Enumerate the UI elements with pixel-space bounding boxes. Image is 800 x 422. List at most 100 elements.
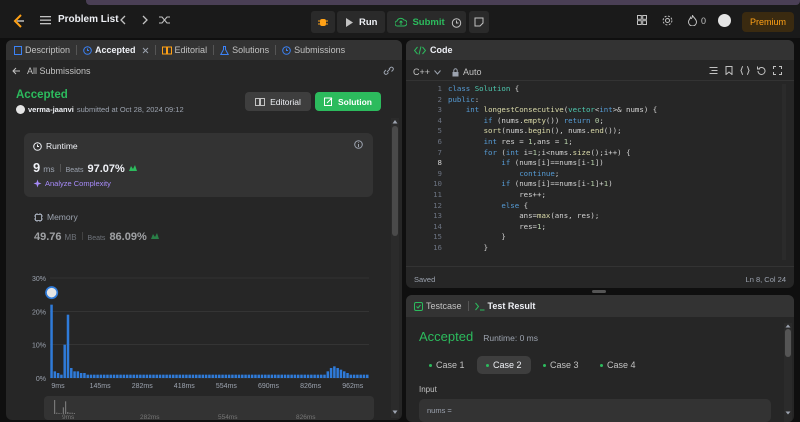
code-line[interactable]: 10 if (nums[i]==nums[i-1]+1) [406,179,786,189]
editor-scrollbar[interactable] [782,84,786,260]
code-line[interactable]: 13 ans=max(ans, res); [406,211,786,221]
editor-divider [406,80,794,81]
submit-button[interactable]: Submit [387,11,453,33]
code-line[interactable]: 12 else { [406,201,786,211]
run-button[interactable]: Run [337,11,386,33]
memory-header[interactable]: Memory [34,212,78,222]
chart-bar [356,374,359,378]
input-box[interactable]: nums = [419,399,771,422]
note-button[interactable] [469,11,489,33]
format-icon[interactable] [709,66,718,75]
reset-icon[interactable] [757,66,766,75]
pass-dot [543,363,546,367]
stat-divider [59,164,61,172]
chart-bar [175,374,178,378]
code-line[interactable]: 7 for (int i=1;i<nums.size();i++) { [406,148,786,158]
problem-list-link[interactable]: Problem List [40,14,119,25]
info-icon[interactable] [354,140,363,149]
x-tick-label: 145ms [90,383,112,390]
settings-button[interactable] [661,14,673,26]
stat-divider [81,232,83,240]
code-line[interactable]: 4 if (nums.empty()) return 0; [406,116,786,126]
language-select[interactable]: C++ [413,67,441,77]
editorial-button[interactable]: Editorial [245,92,311,111]
line-number: 9 [437,168,442,178]
user-avatar[interactable] [16,105,25,114]
tab-editorial[interactable]: Editorial [161,45,207,55]
tab-test-result[interactable]: Test Result [474,301,536,311]
memory-stats[interactable]: 49.76 MB Beats 86.09% [34,231,160,243]
test-scrollbar-thumb[interactable] [785,329,791,357]
editorial-button-label: Editorial [270,96,301,107]
close-icon[interactable] [142,47,149,54]
pass-dot [429,363,432,367]
tab-testcase[interactable]: Testcase [414,301,462,311]
code-line[interactable]: 16 } [406,243,786,253]
prev-problem-button[interactable] [118,14,128,26]
tab-divider [76,45,78,55]
username-link[interactable]: verma-jaanvi [28,105,74,114]
x-tick-label: 690ms [258,383,280,390]
debug-button[interactable] [311,11,335,33]
line-number: 4 [437,115,442,125]
runtime-card[interactable]: Runtime 9 ms Beats 97.07% Analyze Comple… [24,133,373,197]
code-line[interactable]: 15 } [406,232,786,242]
runtime-beats-label: Beats [65,167,84,174]
code-line[interactable]: 3 int longestConsecutive(vector<int>& nu… [406,105,786,115]
maximize-icon[interactable] [773,66,782,75]
chart-bar [66,314,70,378]
runtime-distribution-chart[interactable]: 30% 20% 10% 0% 9ms 145ms 282ms 418ms 554ms 690ms 8… [24,268,374,398]
all-submissions-link[interactable]: All Submissions [12,66,91,76]
premium-button[interactable]: Premium [742,12,794,32]
link-icon[interactable] [383,66,394,75]
case-2-button[interactable]: Case 2 [477,356,531,374]
analyze-complexity-link[interactable]: Analyze Complexity [33,179,111,188]
tab-submissions[interactable]: Submissions [282,45,345,55]
timer-button[interactable] [446,11,466,33]
case-3-button[interactable]: Case 3 [534,356,588,374]
grid-layout-icon [637,15,647,25]
scroll-up-icon[interactable] [392,119,398,124]
case-4-button[interactable]: Case 4 [591,356,645,374]
code-editor[interactable]: 1 class Solution {2 public: 3 int longestCo… [406,84,794,260]
tab-accepted[interactable]: Accepted [83,45,149,55]
solution-button[interactable]: Solution [315,92,381,111]
scroll-down-icon[interactable] [785,411,791,415]
random-problem-button[interactable] [158,14,170,26]
scroll-down-icon[interactable] [392,410,398,415]
code-line[interactable]: 9 continue; [406,169,786,179]
case-1-button[interactable]: Case 1 [420,356,474,374]
chart-bar [336,368,339,378]
chart-bar [148,374,152,378]
tab-solutions[interactable]: Solutions [220,45,269,55]
leetcode-logo-icon[interactable] [12,14,26,28]
editor-toolbar [709,66,782,75]
code-line[interactable]: 11 res++; [406,190,786,200]
code-line[interactable]: 1 class Solution { [406,84,786,94]
line-number: 3 [437,105,442,115]
code-line[interactable]: 8 if (nums[i]==nums[i-1]) [406,158,786,168]
layout-button[interactable] [636,14,648,26]
tab-test-result-label: Test Result [487,301,536,311]
tab-description[interactable]: Description [14,45,70,55]
chart-bar [63,344,66,378]
code-line[interactable]: 14 res=1; [406,222,786,232]
line-number: 6 [437,137,442,146]
avatar[interactable] [718,14,731,27]
scroll-up-icon[interactable] [785,324,791,328]
memory-title: Memory [47,212,78,222]
braces-icon[interactable] [740,66,750,75]
runtime-title: Runtime [46,141,78,151]
chart-overview[interactable]: 9ms 282ms 554ms 826ms [44,396,374,420]
code-line[interactable]: 2 public: [406,95,786,105]
book-icon [255,97,266,106]
memory-value: 49.76 [34,231,62,243]
next-problem-button[interactable] [140,14,150,26]
bookmark-icon[interactable] [725,66,733,75]
scrollbar-thumb[interactable] [392,126,398,236]
autocomplete-mode[interactable]: Auto [452,67,482,77]
streak-counter[interactable]: 0 [688,15,706,26]
code-line[interactable]: 5 sort(nums.begin(), nums.end()); [406,126,786,136]
resize-handle[interactable] [592,290,606,293]
code-line[interactable]: 6 int res = 1,ans = 1; [406,137,786,147]
